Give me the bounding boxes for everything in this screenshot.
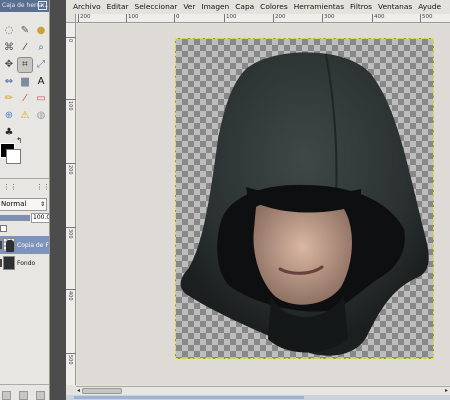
- layers-actions: [0, 384, 49, 400]
- lower-layer-icon[interactable]: [36, 391, 46, 400]
- divider: [0, 178, 49, 179]
- ruler-tick-label: 0: [174, 14, 180, 22]
- status-progress: [74, 396, 304, 399]
- ruler-tick-label: 300: [67, 229, 73, 239]
- move-icon[interactable]: ✥: [2, 58, 16, 72]
- raise-layer-icon[interactable]: [19, 391, 29, 400]
- blend-icon[interactable]: ▆: [18, 75, 32, 89]
- menu-archivo[interactable]: Archivo: [73, 0, 101, 14]
- opacity-control[interactable]: 100.0: [0, 213, 49, 223]
- menu-editar[interactable]: Editar: [107, 0, 129, 14]
- scale-icon[interactable]: ⤢: [34, 58, 48, 72]
- menu-bar: Archivo Editar Seleccionar Ver Imagen Ca…: [66, 0, 450, 14]
- ruler-tick-label: 500: [67, 355, 73, 365]
- layer-mode-select[interactable]: Normal ⇕: [0, 198, 47, 211]
- layer-name: Fondo: [17, 259, 36, 267]
- visibility-icon[interactable]: [0, 241, 2, 249]
- color-picker-icon[interactable]: ●: [34, 24, 48, 38]
- pencil-icon[interactable]: ✏: [2, 92, 16, 106]
- dock-grip-icon[interactable]: ⋮⋮: [3, 183, 17, 191]
- ruler-tick-label: 200: [78, 14, 91, 22]
- layer-name: Copia de F: [17, 241, 49, 249]
- scroll-right-icon[interactable]: ▸: [445, 387, 448, 395]
- toolbox-window: Caja de herra... × ◌ ✎ ● ⌘ ⁄ ⌕ ✥ ⌗ ⤢ ⇔ ▆ A ✏ ⁄ ▭ ⊕ ⚠ ◍ ♣ ↰…: [0, 0, 50, 400]
- flip-icon[interactable]: ⇔: [2, 75, 16, 89]
- ruler-tick-label: 300: [322, 14, 335, 22]
- ruler-tick-label: 500: [420, 14, 433, 22]
- fuzzy-select-icon[interactable]: ✎: [18, 24, 32, 38]
- menu-filtros[interactable]: Filtros: [350, 0, 372, 14]
- dropdown-icon: ⇕: [39, 201, 45, 208]
- tool-grid: ◌ ✎ ● ⌘ ⁄ ⌕ ✥ ⌗ ⤢ ⇔ ▆ A ✏ ⁄ ▭ ⊕ ⚠ ◍ ♣: [2, 24, 48, 140]
- visibility-icon[interactable]: [0, 259, 2, 267]
- hooded-figure-image: [180, 52, 429, 356]
- background-color-swatch[interactable]: [6, 149, 21, 164]
- ruler-tick-label: 100: [67, 101, 73, 111]
- ruler-tick: [66, 37, 76, 38]
- screen: Caja de herra... × ◌ ✎ ● ⌘ ⁄ ⌕ ✥ ⌗ ⤢ ⇔ ▆ A ✏ ⁄ ▭ ⊕ ⚠ ◍ ♣ ↰…: [0, 0, 450, 400]
- canvas-viewport[interactable]: [77, 24, 450, 385]
- toolbox-title-bar: Caja de herra... ×: [0, 0, 49, 12]
- scroll-left-icon[interactable]: ◂: [77, 387, 80, 395]
- lock-alpha-checkbox[interactable]: [0, 225, 7, 232]
- menu-ayuda[interactable]: Ayude: [418, 0, 441, 14]
- ruler-tick: [66, 163, 76, 164]
- menu-ver[interactable]: Ver: [183, 0, 195, 14]
- menu-capa[interactable]: Capa: [235, 0, 254, 14]
- menu-ventanas[interactable]: Ventanas: [378, 0, 412, 14]
- ruler-tick: [66, 99, 76, 100]
- clone-icon[interactable]: ⊕: [2, 109, 16, 123]
- dock-grip-icon[interactable]: ⋮⋮: [36, 183, 49, 191]
- image-window: Archivo Editar Seleccionar Ver Imagen Ca…: [66, 0, 450, 400]
- scrollbar-thumb[interactable]: [82, 388, 122, 394]
- menu-seleccionar[interactable]: Seleccionar: [135, 0, 178, 14]
- layer-mode-value: Normal: [1, 200, 27, 208]
- ruler-tick-label: 0: [67, 39, 73, 43]
- layer-thumbnail: [3, 238, 15, 252]
- vertical-ruler: 0 100 200 300 400 500: [66, 23, 76, 385]
- color-swatches: ↰: [0, 136, 24, 164]
- eraser-icon[interactable]: ▭: [34, 92, 48, 106]
- horizontal-scrollbar[interactable]: ◂ ▸: [76, 386, 450, 395]
- ruler-tick-label: 100: [126, 14, 139, 22]
- ruler-tick: [66, 289, 76, 290]
- status-bar: [66, 395, 450, 400]
- paintbrush-icon[interactable]: ⁄: [18, 92, 32, 106]
- heal-icon[interactable]: ⚠: [18, 109, 32, 123]
- menu-herramientas[interactable]: Herramientas: [294, 0, 344, 14]
- opacity-value[interactable]: 100.0: [31, 213, 49, 223]
- swap-colors-icon[interactable]: ↰: [16, 136, 23, 145]
- layer-row-background[interactable]: Fondo: [0, 254, 49, 272]
- layer-row-copy[interactable]: Copia de F: [0, 236, 49, 254]
- layer-thumbnail: [3, 256, 15, 270]
- ruler-tick-label: 200: [67, 165, 73, 175]
- dodge-burn-icon[interactable]: ♣: [2, 126, 16, 140]
- free-select-icon[interactable]: ◌: [2, 24, 16, 38]
- eyedropper-icon[interactable]: ⁄: [18, 41, 32, 55]
- opacity-slider[interactable]: [0, 215, 30, 221]
- new-layer-icon[interactable]: [2, 391, 11, 400]
- ruler-tick-label: 200: [273, 14, 286, 22]
- ruler-tick: [66, 353, 76, 354]
- paths-icon[interactable]: ⌘: [2, 41, 16, 55]
- horizontal-ruler: 200 100 0 100 200 300 400 500: [76, 14, 450, 23]
- ruler-tick-label: 100: [224, 14, 237, 22]
- ruler-tick-label: 400: [372, 14, 385, 22]
- crop-icon[interactable]: ⌗: [17, 57, 33, 73]
- ruler-tick-label: 400: [67, 291, 73, 301]
- layers-list: Copia de F Fondo: [0, 236, 49, 272]
- menu-colores[interactable]: Colores: [260, 0, 288, 14]
- image-canvas[interactable]: [175, 38, 434, 359]
- ruler-tick: [66, 227, 76, 228]
- ruler-corner[interactable]: [66, 14, 76, 23]
- zoom-icon[interactable]: ⌕: [34, 41, 48, 55]
- text-icon[interactable]: A: [34, 75, 48, 89]
- smudge-icon[interactable]: ◍: [34, 109, 48, 123]
- menu-imagen[interactable]: Imagen: [201, 0, 229, 14]
- close-icon[interactable]: ×: [38, 1, 47, 10]
